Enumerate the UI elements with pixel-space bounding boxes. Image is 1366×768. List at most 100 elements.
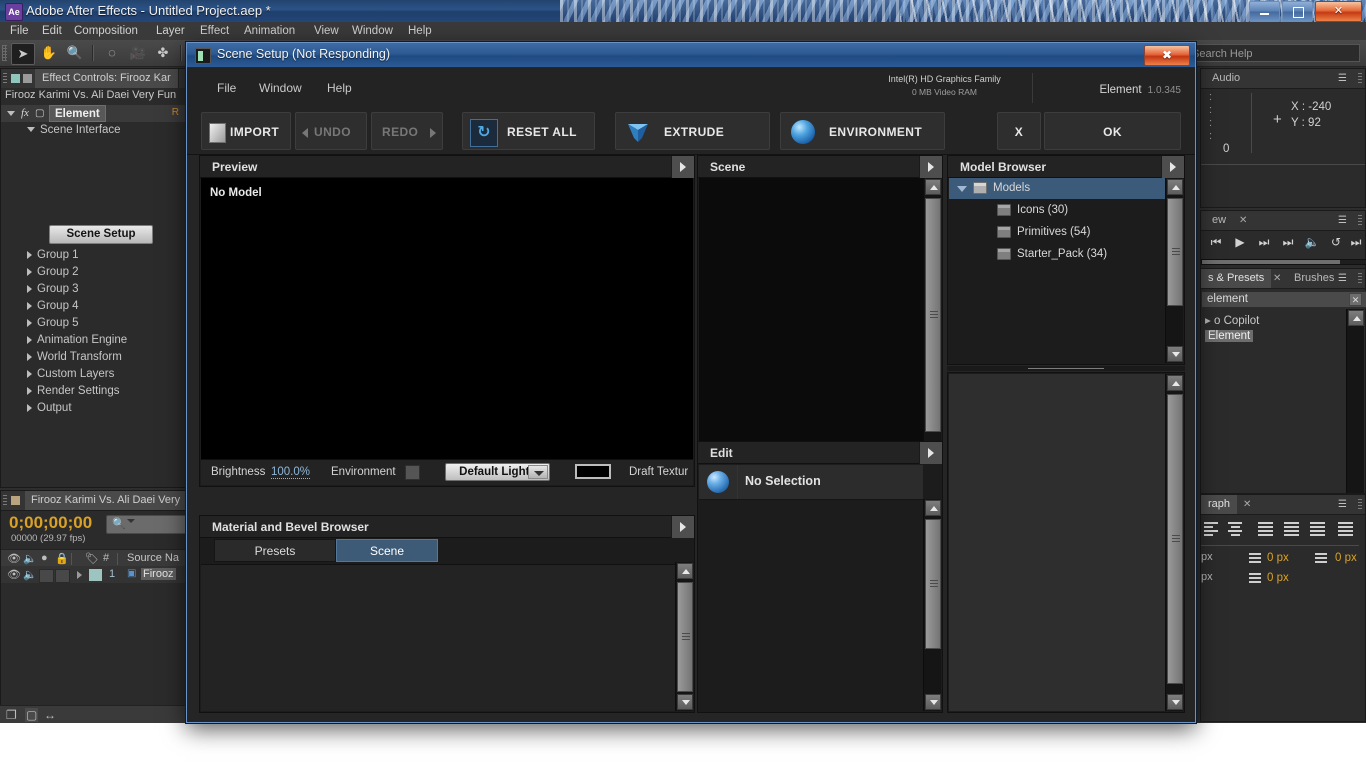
material-panel-expand-arrow[interactable] <box>671 516 694 538</box>
panel-grip-icon[interactable] <box>1358 215 1362 227</box>
model-browser-splitter[interactable] <box>947 366 1185 371</box>
draft-texture-label[interactable]: Draft Textur <box>629 466 688 478</box>
justify-last-center-icon[interactable] <box>1307 519 1329 539</box>
edit-panel-expand-arrow[interactable] <box>919 442 942 464</box>
toggle-stretch-icon[interactable]: ↔ <box>44 708 56 722</box>
lights-preset-select[interactable]: Default Lights <box>445 463 550 481</box>
dialog-menu-window[interactable]: Window <box>251 80 310 96</box>
tab-effects-presets[interactable]: s & Presets <box>1201 269 1272 288</box>
panel-menu-icon[interactable]: ☰ <box>1338 73 1347 84</box>
effects-scrollbar[interactable] <box>1346 309 1364 493</box>
toggle-switches-icon[interactable]: ❐ <box>6 708 17 722</box>
indent-right-value[interactable]: 0 px <box>1335 552 1357 564</box>
timeline-search-input[interactable]: 🔍 <box>106 515 190 534</box>
lock-icon[interactable] <box>23 74 32 83</box>
menu-layer[interactable]: Layer <box>150 23 191 39</box>
twirl-open-icon[interactable] <box>7 111 15 116</box>
row-group-5[interactable]: Group 5 <box>1 315 185 332</box>
scene-tree-area[interactable] <box>699 178 923 471</box>
scroll-down-arrow[interactable] <box>1167 346 1183 362</box>
layer-name[interactable]: Firooz <box>141 568 176 580</box>
row-world-transform[interactable]: World Transform <box>1 349 185 366</box>
rotation-tool-icon[interactable]: ◌ <box>101 43 123 63</box>
scene-panel-expand-arrow[interactable] <box>919 156 942 178</box>
row-render-settings[interactable]: Render Settings <box>1 383 185 400</box>
twirl-closed-icon[interactable] <box>27 369 32 378</box>
environment-button[interactable]: ENVIRONMENT <box>780 112 945 150</box>
scrollbar-thumb[interactable] <box>1167 394 1183 684</box>
tab-paragraph[interactable]: raph <box>1201 495 1238 514</box>
menu-view[interactable]: View <box>308 23 345 39</box>
tree-row-models[interactable]: Models <box>949 178 1165 199</box>
model-browser-expand-arrow[interactable] <box>1161 156 1184 178</box>
layer-color-swatch[interactable] <box>89 569 102 581</box>
tree-row-starter-pack[interactable]: Starter_Pack (34) <box>949 244 1165 265</box>
audio-icon[interactable]: 🔈 <box>23 552 37 565</box>
scroll-up-arrow[interactable] <box>925 500 941 516</box>
scroll-up-arrow[interactable] <box>1348 310 1364 326</box>
scrollbar-thumb[interactable] <box>925 519 941 649</box>
twirl-closed-icon[interactable] <box>27 386 32 395</box>
menu-file[interactable]: File <box>4 23 35 39</box>
twirl-open-icon[interactable] <box>957 186 967 192</box>
play-button[interactable]: ▶ <box>1227 231 1253 253</box>
scroll-up-arrow[interactable] <box>1167 375 1183 391</box>
panel-grip-icon[interactable] <box>3 495 7 507</box>
row-custom-layers[interactable]: Custom Layers <box>1 366 185 383</box>
material-scrollbar[interactable] <box>675 562 693 711</box>
model-browser-tree[interactable]: Models Icons (30) Primitives (54) Starte… <box>949 178 1165 363</box>
indent-left-value[interactable]: 0 px <box>1267 552 1289 564</box>
scrollbar-thumb[interactable] <box>1167 198 1183 306</box>
label-icon[interactable]: 🏷 <box>85 552 99 565</box>
chevron-down-icon[interactable] <box>127 519 135 523</box>
twirl-closed-icon[interactable] <box>27 250 32 259</box>
tab-preview[interactable]: ew <box>1205 211 1233 230</box>
align-center-icon[interactable] <box>1225 519 1247 539</box>
camera-tool-icon[interactable]: 🎥 <box>127 43 149 63</box>
row-group-3[interactable]: Group 3 <box>1 281 185 298</box>
tab-brushes[interactable]: Brushes <box>1287 269 1341 288</box>
panel-grip-icon[interactable] <box>1358 499 1362 511</box>
dialog-close-button[interactable]: ✖ <box>1144 45 1190 66</box>
close-button[interactable]: ✕ <box>1315 1 1362 22</box>
environment-checkbox[interactable] <box>405 465 420 480</box>
twirl-closed-icon[interactable] <box>27 284 32 293</box>
preview-progress-bar[interactable] <box>1201 259 1366 265</box>
tab-timeline-comp[interactable]: Firooz Karimi Vs. Ali Daei Very <box>25 491 187 510</box>
lock-toggle[interactable] <box>55 569 70 583</box>
effects-search-input[interactable]: element <box>1201 291 1366 308</box>
scroll-down-arrow[interactable] <box>925 694 941 710</box>
scroll-up-arrow[interactable] <box>925 179 941 195</box>
panel-menu-icon[interactable]: ☰ <box>1338 215 1347 226</box>
twirl-closed-icon[interactable] <box>27 318 32 327</box>
scrollbar-thumb[interactable] <box>677 582 693 692</box>
selection-tool-icon[interactable]: ➤ <box>11 43 35 65</box>
tab-scene[interactable]: Scene <box>336 539 438 562</box>
panel-grip-icon[interactable] <box>1358 73 1362 85</box>
tab-effect-controls[interactable]: Effect Controls: Firooz Kar <box>35 69 179 88</box>
effects-item-row[interactable]: Element <box>1205 330 1254 342</box>
edit-selection-row[interactable]: No Selection <box>699 465 923 500</box>
panel-menu-icon[interactable]: ☰ <box>1338 499 1347 510</box>
twirl-closed-icon[interactable] <box>27 403 32 412</box>
reset-link[interactable]: R <box>172 107 179 118</box>
tree-row-primitives[interactable]: Primitives (54) <box>949 222 1165 243</box>
clear-search-icon[interactable]: ✕ <box>1349 293 1362 306</box>
menu-effect[interactable]: Effect <box>194 23 235 39</box>
menu-help[interactable]: Help <box>402 23 438 39</box>
preview-panel-expand-arrow[interactable] <box>671 156 694 178</box>
eye-icon[interactable]: 👁 <box>7 552 21 565</box>
material-content-area[interactable] <box>201 564 675 711</box>
effects-folder-row[interactable]: ▸ o Copilot <box>1205 313 1259 327</box>
menu-composition[interactable]: Composition <box>68 23 144 39</box>
hand-tool-icon[interactable]: ✋ <box>38 43 60 63</box>
minimize-button[interactable] <box>1249 1 1280 22</box>
twirl-closed-icon[interactable] <box>77 571 82 579</box>
lock-icon[interactable]: 🔒 <box>55 552 69 565</box>
panel-grip-icon[interactable] <box>1358 273 1362 285</box>
solo-icon[interactable]: ● <box>41 552 48 564</box>
last-frame-button[interactable]: ⏭ <box>1275 231 1301 253</box>
timeline-layer-row[interactable]: 👁 🔈 1 ▣ Firooz <box>1 566 185 583</box>
redo-button[interactable]: REDO <box>371 112 443 150</box>
maximize-button[interactable] <box>1282 1 1313 22</box>
